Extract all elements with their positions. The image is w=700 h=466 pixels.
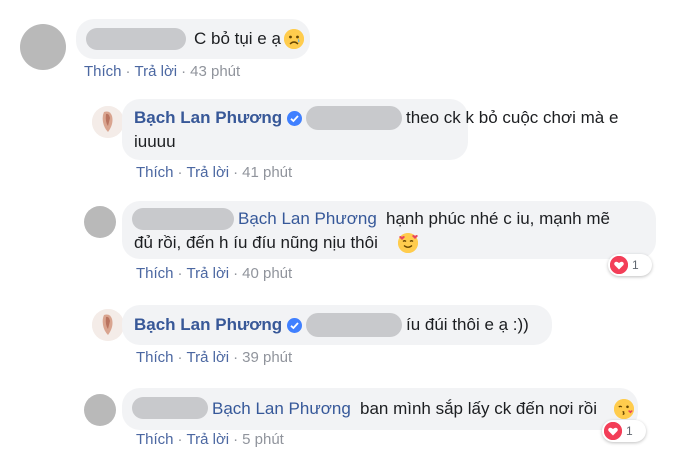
comment-bubble: Bạch Lan Phương theo ck k bỏ cuộc chơi m… [122, 99, 618, 160]
reply-link[interactable]: Trả lời [135, 63, 178, 80]
comment-text: íu đúi thôi e ạ :)) [406, 315, 529, 334]
tagged-name[interactable]: Bạch Lan Phương [212, 397, 351, 421]
avatar[interactable] [84, 206, 116, 238]
like-link[interactable]: Thích [136, 265, 174, 282]
redacted-name [306, 106, 402, 130]
avatar[interactable] [20, 24, 66, 70]
timestamp[interactable]: 43 phút [190, 63, 240, 80]
heart-reaction-icon [610, 256, 628, 274]
comment-bubble: Bạch Lan Phương íu đúi thôi e ạ :)) [122, 305, 552, 345]
comment-actions: Thích · Trả lời · 43 phút [84, 63, 241, 80]
reply-link[interactable]: Trả lời [187, 265, 230, 282]
reply-link[interactable]: Trả lời [187, 349, 230, 366]
comment-text-line1: theo ck k bỏ cuộc chơi mà e [406, 108, 619, 127]
reply-link[interactable]: Trả lời [187, 164, 230, 181]
tagged-name[interactable]: Bạch Lan Phương [238, 207, 377, 231]
avatar[interactable] [92, 309, 124, 341]
like-link[interactable]: Thích [136, 431, 174, 448]
redacted-name [86, 28, 186, 50]
like-link[interactable]: Thích [136, 164, 174, 181]
avatar[interactable] [84, 394, 116, 426]
timestamp[interactable]: 41 phút [242, 164, 292, 181]
avatar[interactable] [92, 106, 124, 138]
comment-actions: Thích · Trả lời · 40 phút [136, 265, 293, 282]
verified-badge-icon [287, 111, 302, 126]
reply-link[interactable]: Trả lời [187, 431, 230, 448]
comment-text-line2: đủ rồi, đến h íu đíu nũng nịu thôi [134, 233, 378, 252]
verified-badge-icon [287, 318, 302, 333]
redacted-name [306, 313, 402, 337]
comment-actions: Thích · Trả lời · 5 phút [136, 431, 284, 448]
face-blowing-kiss-emoji [614, 399, 634, 419]
like-link[interactable]: Thích [136, 349, 174, 366]
author-name[interactable]: Bạch Lan Phương [134, 313, 282, 337]
timestamp[interactable]: 40 phút [242, 265, 292, 282]
redacted-name [132, 208, 234, 230]
redacted-name [132, 397, 208, 419]
comment-actions: Thích · Trả lời · 39 phút [136, 349, 293, 366]
reaction-count-value: 1 [626, 424, 633, 438]
comment-text-line1: hạnh phúc nhé c iu, mạnh mẽ [386, 209, 610, 228]
comment-bubble: C bỏ tụi e ạ [76, 19, 310, 59]
like-link[interactable]: Thích [84, 63, 122, 80]
profile-photo [92, 309, 124, 341]
reaction-count-value: 1 [632, 258, 639, 272]
reaction-count[interactable]: 1 [608, 254, 652, 276]
comment-text: ban mình sắp lấy ck đến nơi rồi [360, 399, 597, 418]
timestamp[interactable]: 39 phút [242, 349, 292, 366]
comment-bubble: Bạch Lan Phương hạnh phúc nhé c iu, mạnh… [122, 201, 656, 259]
smiling-face-with-hearts-emoji [398, 233, 418, 253]
sad-face-emoji [284, 29, 304, 49]
timestamp[interactable]: 5 phút [242, 431, 284, 448]
reaction-count[interactable]: 1 [602, 420, 646, 442]
profile-photo [92, 106, 124, 138]
comment-actions: Thích · Trả lời · 41 phút [136, 164, 293, 181]
comment-text: C bỏ tụi e ạ [194, 29, 281, 48]
comment-bubble: Bạch Lan Phương ban mình sắp lấy ck đến … [122, 388, 638, 430]
heart-reaction-icon [604, 422, 622, 440]
comment-text-line2: iuuuu [134, 132, 176, 151]
author-name[interactable]: Bạch Lan Phương [134, 106, 282, 130]
